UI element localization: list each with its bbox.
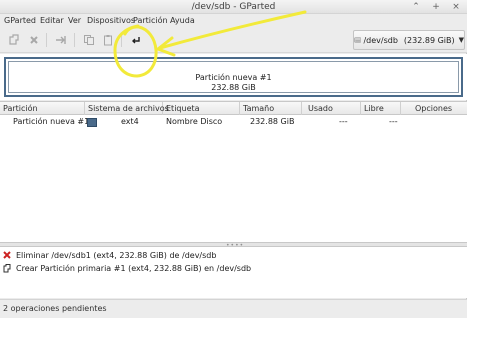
table-header: Partición Sistema de archivos Etiqueta T…	[0, 102, 467, 115]
new-partition-icon[interactable]	[6, 32, 22, 48]
chevron-down-icon: ▼	[458, 36, 464, 44]
menu-ayuda[interactable]: Ayuda	[170, 16, 195, 25]
toolbar: /dev/sdb (232.89 GiB) ▼	[0, 27, 467, 53]
delete-icon	[3, 251, 11, 259]
partition-graph: Partición nueva #1 232.88 GiB	[0, 54, 467, 100]
partition-block[interactable]: Partición nueva #1 232.88 GiB	[8, 61, 459, 93]
column-header-libre[interactable]: Libre	[361, 102, 401, 115]
apply-icon[interactable]	[128, 32, 144, 48]
delete-icon[interactable]	[26, 32, 42, 48]
partition-block-size: 232.88 GiB	[211, 83, 256, 92]
hard-disk-icon	[354, 37, 362, 43]
operation-item[interactable]: Crear Partición primaria #1 (ext4, 232.8…	[3, 262, 251, 274]
menu-particion[interactable]: Partición	[133, 16, 168, 25]
toolbar-separator	[46, 33, 47, 47]
resize-move-icon[interactable]	[53, 32, 69, 48]
paste-icon[interactable]	[100, 32, 116, 48]
cell-tamano: 232.88 GiB	[250, 117, 295, 126]
column-header-etiqueta[interactable]: Etiqueta	[163, 102, 240, 115]
close-button[interactable]: ×	[451, 2, 461, 12]
column-header-particion[interactable]: Partición	[0, 102, 85, 115]
operation-item[interactable]: Eliminar /dev/sdb1 (ext4, 232.88 GiB) de…	[3, 249, 216, 261]
menu-gparted[interactable]: GParted	[4, 16, 36, 25]
gparted-window: /dev/sdb - GParted ⌃ + × GParted Editar …	[0, 0, 467, 318]
device-name: /dev/sdb	[363, 35, 398, 45]
toolbar-separator	[121, 33, 122, 47]
menu-ver[interactable]: Ver	[68, 16, 81, 25]
partition-block-name: Partición nueva #1	[195, 73, 272, 82]
pending-operations-status: 2 operaciones pendientes	[3, 304, 107, 313]
partition-table: Partición Sistema de archivos Etiqueta T…	[0, 101, 467, 242]
menubar: GParted Editar Ver Dispositivos Partició…	[0, 14, 467, 27]
device-size: (232.89 GiB)	[403, 35, 455, 45]
new-partition-icon	[3, 263, 11, 272]
cell-sistema: ext4	[121, 117, 139, 126]
disk-map[interactable]: Partición nueva #1 232.88 GiB	[4, 57, 463, 97]
maximize-button[interactable]: +	[431, 2, 441, 12]
window-title: /dev/sdb - GParted	[191, 2, 276, 12]
operation-text: Eliminar /dev/sdb1 (ext4, 232.88 GiB) de…	[16, 250, 217, 260]
menu-dispositivos[interactable]: Dispositivos	[87, 16, 135, 25]
column-header-usado[interactable]: Usado	[302, 102, 361, 115]
toolbar-separator	[74, 33, 75, 47]
cell-libre: ---	[389, 117, 398, 126]
copy-icon[interactable]	[81, 32, 97, 48]
column-header-opciones[interactable]: Opciones	[401, 102, 467, 115]
title-bar: /dev/sdb - GParted ⌃ + ×	[0, 0, 467, 14]
status-bar: 2 operaciones pendientes	[0, 299, 467, 318]
table-row[interactable]: Partición nueva #1 ext4 Nombre Disco 232…	[0, 116, 467, 128]
cell-particion: Partición nueva #1	[13, 117, 90, 126]
pending-operations-list: Eliminar /dev/sdb1 (ext4, 232.88 GiB) de…	[0, 247, 467, 298]
filesystem-color-swatch	[87, 118, 97, 127]
column-header-sistema[interactable]: Sistema de archivos	[85, 102, 169, 115]
operation-text: Crear Partición primaria #1 (ext4, 232.8…	[16, 263, 252, 273]
menu-editar[interactable]: Editar	[40, 16, 64, 25]
cell-usado: ---	[339, 117, 348, 126]
device-selector[interactable]: /dev/sdb (232.89 GiB) ▼	[353, 30, 465, 50]
cell-etiqueta: Nombre Disco	[166, 117, 223, 126]
column-header-tamano[interactable]: Tamaño	[240, 102, 302, 115]
minimize-button[interactable]: ⌃	[411, 2, 421, 12]
